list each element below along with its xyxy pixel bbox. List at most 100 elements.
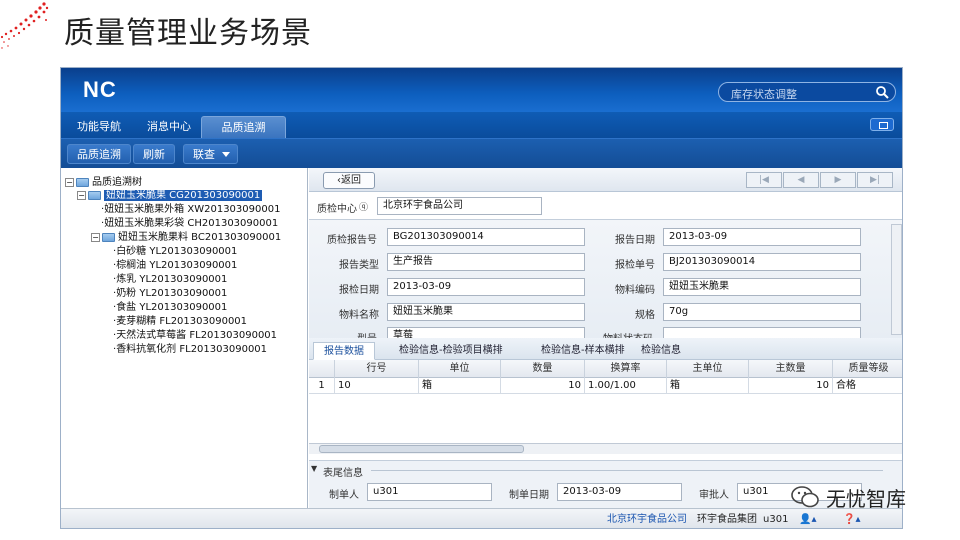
material-status-field[interactable] <box>663 327 861 338</box>
detail-tab-bar: 报告数据 检验信息-检验项目横排 检验信息-样本横排 检验信息 <box>309 338 902 360</box>
tree-node[interactable]: ·天然法式草莓酱 FL201303090001 <box>113 329 277 342</box>
section-divider <box>371 470 883 471</box>
table-cell[interactable]: 10 <box>335 378 419 394</box>
search-placeholder: 库存状态调整 <box>731 88 797 101</box>
nc-application-window: NC 库存状态调整 功能导航 消息中心 品质追溯 品质追溯 刷新 联查 − 品质追… <box>60 67 903 529</box>
nc-logo: NC <box>83 77 117 102</box>
status-company[interactable]: 北京环宇食品公司 <box>607 512 687 528</box>
folder-icon <box>76 177 89 187</box>
table-cell[interactable]: 箱 <box>667 378 749 394</box>
table-cell[interactable]: 1.00/1.00 <box>585 378 667 394</box>
table-cell[interactable]: 箱 <box>419 378 501 394</box>
toolbar: 品质追溯 刷新 联查 <box>61 138 902 168</box>
column-header[interactable]: 单位 <box>419 360 501 378</box>
collapse-triangle-icon[interactable]: ▼ <box>311 464 317 473</box>
tree-node[interactable]: ·奶粉 YL201303090001 <box>113 287 227 300</box>
window-restore-button[interactable] <box>870 118 894 131</box>
tab-function-nav[interactable]: 功能导航 <box>67 116 131 138</box>
material-code-label: 物料编码 <box>615 285 655 296</box>
collapse-icon[interactable]: − <box>65 177 74 187</box>
detail-panel: ‹返回 |◀ ◀ ▶ ▶| 质检中心 ⓠ 北京环宇食品公司 质检报告号 BG20… <box>309 168 902 508</box>
request-date-field[interactable]: 2013-03-09 <box>387 278 585 296</box>
column-header[interactable]: 换算率 <box>585 360 667 378</box>
tree-node[interactable]: − 妞妞玉米脆果料 BC201303090001 <box>91 231 281 244</box>
folder-icon <box>88 190 101 200</box>
table-cell[interactable]: 1 <box>309 378 335 394</box>
main-tab-bar: 功能导航 消息中心 品质追溯 <box>61 112 902 138</box>
tab-report-data[interactable]: 报告数据 <box>313 342 375 360</box>
next-record-button[interactable]: ▶ <box>820 172 856 188</box>
column-header[interactable]: 行号 <box>335 360 419 378</box>
record-nav-bar: ‹返回 |◀ ◀ ▶ ▶| <box>309 168 902 192</box>
spec-field[interactable]: 70g <box>663 303 861 321</box>
help-icon: ⓠ <box>359 203 369 213</box>
column-header[interactable]: 主单位 <box>667 360 749 378</box>
spec-label: 规格 <box>635 310 655 321</box>
first-record-button[interactable]: |◀ <box>746 172 782 188</box>
tab-message-center[interactable]: 消息中心 <box>137 116 201 138</box>
search-icon[interactable] <box>875 85 889 99</box>
grid-horizontal-scrollbar[interactable] <box>309 443 902 454</box>
tree-node[interactable]: ·炼乳 YL201303090001 <box>113 273 227 286</box>
grid-corner <box>309 360 335 378</box>
back-button[interactable]: ‹返回 <box>323 172 375 189</box>
table-cell[interactable]: 10 <box>501 378 585 394</box>
tree-node[interactable]: ·妞妞玉米脆果外箱 XW201303090001 <box>101 203 280 216</box>
model-label: 型号 <box>357 330 377 338</box>
tab-quality-trace[interactable]: 品质追溯 <box>201 116 286 138</box>
refresh-button[interactable]: 刷新 <box>133 144 175 164</box>
form-vertical-scrollbar[interactable] <box>891 224 902 335</box>
help-icon[interactable]: ❓▴ <box>843 512 860 528</box>
last-record-button[interactable]: ▶| <box>857 172 893 188</box>
user-icon[interactable]: 👤▴ <box>799 512 816 528</box>
scrollbar-thumb[interactable] <box>319 445 524 453</box>
table-cell[interactable]: 合格 <box>833 378 902 394</box>
search-input[interactable]: 库存状态调整 <box>718 82 896 102</box>
quality-trace-button[interactable]: 品质追溯 <box>67 144 131 164</box>
report-header-form: 质检报告号 BG201303090014 报告日期 2013-03-09 报告类… <box>309 219 902 338</box>
chevron-down-icon <box>222 152 230 157</box>
creator-field[interactable]: u301 <box>367 483 492 501</box>
request-no-label: 报检单号 <box>615 260 655 271</box>
tab-inspection-info[interactable]: 检验信息 <box>631 342 691 360</box>
model-field[interactable]: 草莓 <box>387 327 585 338</box>
collapse-icon[interactable]: − <box>91 232 100 242</box>
approver-label: 审批人 <box>699 490 729 501</box>
column-header[interactable]: 质量等级 <box>833 360 902 378</box>
tree-root[interactable]: − 品质追溯树 <box>65 176 142 189</box>
status-bar: 北京环宇食品公司 环宇食品集团 u301 👤▴ ❓▴ <box>61 508 902 528</box>
folder-icon <box>102 232 115 242</box>
report-type-field[interactable]: 生产报告 <box>387 253 585 271</box>
tree-node[interactable]: ·香料抗氧化剂 FL201303090001 <box>113 343 267 356</box>
slide-title: 质量管理业务场景 <box>64 16 312 51</box>
prev-record-button[interactable]: ◀ <box>783 172 819 188</box>
tree-node[interactable]: ·妞妞玉米脆果彩袋 CH201303090001 <box>101 217 278 230</box>
tab-inspection-samples[interactable]: 检验信息-样本横排 <box>531 342 635 360</box>
create-date-field[interactable]: 2013-03-09 <box>557 483 682 501</box>
tree-node[interactable]: ·棕榈油 YL201303090001 <box>113 259 237 272</box>
linked-query-label: 联查 <box>193 148 215 161</box>
wechat-icon <box>791 486 819 508</box>
material-name-field[interactable]: 妞妞玉米脆果 <box>387 303 585 321</box>
collapse-icon[interactable]: − <box>77 190 86 200</box>
table-cell[interactable]: 10 <box>749 378 833 394</box>
report-no-field[interactable]: BG201303090014 <box>387 228 585 246</box>
tree-node[interactable]: ·麦芽糊精 FL201303090001 <box>113 315 247 328</box>
create-date-label: 制单日期 <box>509 490 549 501</box>
tree-node[interactable]: − 妞妞玉米脆果 CG201303090001 <box>77 189 263 202</box>
tree-node[interactable]: ·食盐 YL201303090001 <box>113 301 227 314</box>
tab-inspection-items[interactable]: 检验信息-检验项目横排 <box>389 342 513 360</box>
grid-header: 行号 单位 数量 换算率 主单位 主数量 质量等级 <box>309 360 902 378</box>
request-no-field[interactable]: BJ201303090014 <box>663 253 861 271</box>
material-status-label: 物料状态码 <box>603 330 653 338</box>
column-header[interactable]: 主数量 <box>749 360 833 378</box>
column-header[interactable]: 数量 <box>501 360 585 378</box>
report-no-label: 质检报告号 <box>327 235 377 246</box>
material-code-field[interactable]: 妞妞玉米脆果 <box>663 278 861 296</box>
report-data-grid: 行号 单位 数量 换算率 主单位 主数量 质量等级 1 10 箱 10 1.00… <box>309 360 902 460</box>
tree-node[interactable]: ·白砂糖 YL201303090001 <box>113 245 237 258</box>
trace-tree-panel: − 品质追溯树 − 妞妞玉米脆果 CG201303090001 ·妞妞玉米脆果外箱 … <box>61 168 308 508</box>
linked-query-button[interactable]: 联查 <box>183 144 238 164</box>
report-date-field[interactable]: 2013-03-09 <box>663 228 861 246</box>
qc-center-field[interactable]: 北京环宇食品公司 <box>377 197 542 215</box>
